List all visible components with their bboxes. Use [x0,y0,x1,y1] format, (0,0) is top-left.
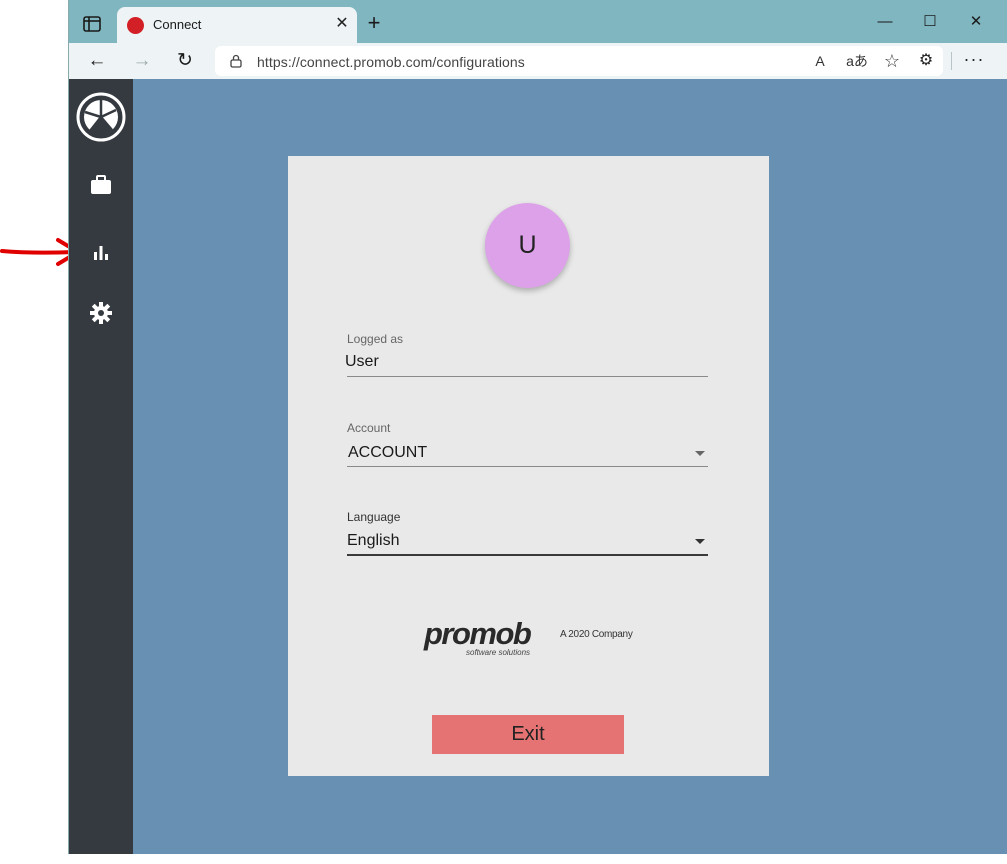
tab-actions-icon[interactable] [81,13,103,35]
promob-favicon-icon [127,17,144,34]
settings-menu-button[interactable]: ··· [961,48,987,74]
forward-button[interactable]: → [129,48,155,74]
brand-tagline: A 2020 Company [560,629,633,640]
favorite-star-icon[interactable]: ☆ [881,51,903,71]
exit-button[interactable]: Exit [432,715,624,754]
account-value[interactable]: ACCOUNT [348,444,427,462]
account-dropdown-arrow-icon[interactable] [695,451,705,456]
tab-title: Connect [153,17,202,32]
minimize-button[interactable]: — [862,8,908,36]
logged-as-value: User [345,353,379,370]
brand-subtitle: software solutions [466,648,531,657]
maximize-button[interactable]: ☐ [907,8,953,36]
bar-chart-icon[interactable] [88,240,114,266]
brand-name: promob [424,616,532,651]
profile-card: U Logged as User Account ACCOUNT Languag… [288,156,769,776]
promob-logo-icon[interactable] [76,92,126,142]
title-bar: Connect ✕ + — ☐ ✕ [69,0,1007,43]
browser-toolbar: ← → ↻ https://connect.promob.com/configu… [69,43,1007,79]
logged-as-underline [347,376,708,377]
browser-tab[interactable]: Connect ✕ [117,7,357,43]
account-select[interactable]: Account ACCOUNT [347,421,708,468]
logged-as-label: Logged as [347,332,404,346]
read-aloud-icon[interactable]: A [809,51,831,71]
reload-button[interactable]: ↻ [172,48,198,74]
close-window-button[interactable]: ✕ [953,8,999,36]
language-underline [347,554,708,556]
browser-window: Connect ✕ + — ☐ ✕ ← → ↻ https://connect.… [68,0,1007,854]
app-viewport: U Logged as User Account ACCOUNT Languag… [69,79,1007,854]
logged-as-field: Logged as User [345,332,708,378]
new-tab-button[interactable]: + [363,12,385,34]
tab-close-icon[interactable]: ✕ [333,15,351,33]
account-label: Account [347,421,391,435]
gear-icon[interactable] [88,300,114,326]
url-text[interactable]: https://connect.promob.com/configuration… [257,54,525,70]
account-underline [347,466,708,467]
briefcase-icon[interactable] [88,172,114,198]
address-bar[interactable]: https://connect.promob.com/configuration… [215,46,943,76]
language-label: Language [347,510,401,524]
promob-brand: promob software solutions A 2020 Company [424,616,644,662]
language-select[interactable]: Language English [347,510,708,557]
language-value[interactable]: English [347,532,399,550]
language-dropdown-arrow-icon[interactable] [695,539,705,544]
toolbar-divider [951,52,952,70]
back-button[interactable]: ← [84,48,110,74]
screenshot-stage: Connect ✕ + — ☐ ✕ ← → ↻ https://connect.… [0,0,1007,864]
avatar: U [485,203,570,288]
extensions-icon[interactable]: ⚙ [915,50,937,72]
sidebar [69,79,133,854]
translate-icon[interactable]: aあ [843,51,871,71]
lock-icon[interactable] [229,54,243,68]
